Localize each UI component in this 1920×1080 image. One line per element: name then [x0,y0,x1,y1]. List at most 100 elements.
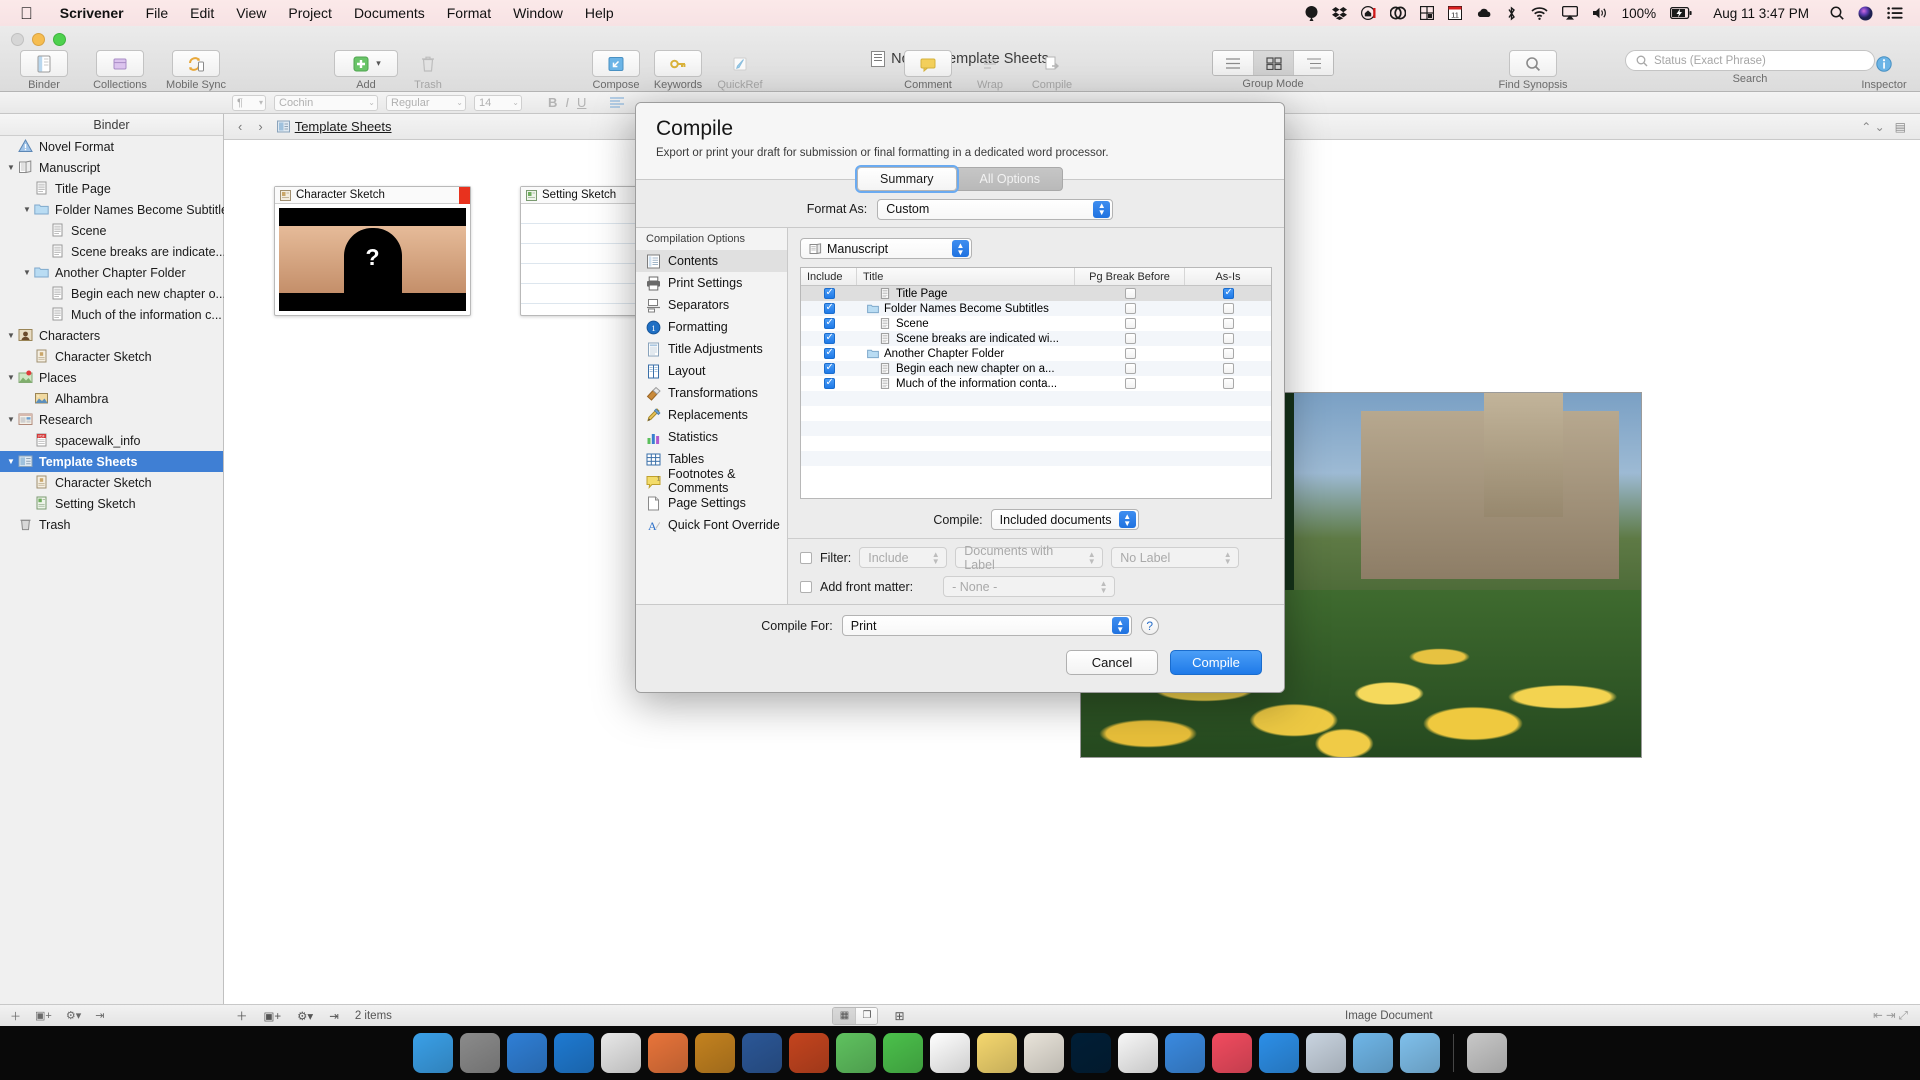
pg-break-checkbox[interactable] [1124,348,1136,359]
contacts-icon[interactable] [1024,1033,1064,1073]
compile-scope-menu[interactable]: Included documents ▲ ▼ [990,509,1139,530]
option-item-separators[interactable]: Separators [636,294,787,316]
option-item-footnotes-comments[interactable]: 1 Footnotes & Comments [636,467,787,495]
table-row[interactable]: Title Page [801,286,1271,301]
binder-item-manuscript[interactable]: ▼ Manuscript [0,157,223,178]
add-icon[interactable]: ▾ [334,50,398,77]
comment-icon[interactable] [904,50,952,77]
filter-target-menu[interactable]: Documents with Label ▲ ▼ [955,544,1104,572]
toolbar-trash[interactable]: Trash [390,50,466,91]
include-checkbox[interactable] [823,362,835,374]
as-is-checkbox[interactable] [1222,363,1234,374]
wrap-icon[interactable] [966,50,1014,77]
filter-mode-menu[interactable]: Include ▲ ▼ [859,547,948,568]
as-is-checkbox[interactable] [1222,378,1234,389]
menu-item-view[interactable]: View [225,5,277,21]
onedrive-icon[interactable] [1469,7,1499,19]
pg-break-checkbox[interactable] [1124,318,1136,329]
export-icon[interactable]: ⇥ [329,1009,339,1023]
as-is-checkbox[interactable] [1222,287,1234,299]
table-row[interactable]: Much of the information conta... [801,376,1271,391]
group-mode-list[interactable] [1213,51,1253,75]
disclosure-triangle-icon[interactable]: ▼ [20,205,34,214]
binder-item-title-page[interactable]: Title Page [0,178,223,199]
include-checkbox[interactable] [823,347,835,359]
add-item-icon[interactable]: ＋ [10,1008,21,1024]
menu-item-format[interactable]: Format [436,5,502,21]
card-flag[interactable] [459,187,470,204]
system-preferences-icon[interactable] [460,1033,500,1073]
toolbar-mobile-sync[interactable]: Mobile Sync [158,50,234,91]
resize-handles[interactable]: ⇤ ⇥ ⤢ [1873,1008,1908,1023]
safari-icon[interactable] [554,1033,594,1073]
calendar-icon[interactable]: 11 [1441,6,1469,20]
binder-item-places[interactable]: ▼ Places [0,367,223,388]
wifi-icon[interactable] [1524,6,1555,20]
option-item-quick-font-override[interactable]: A Quick Font Override [636,514,787,536]
table-row[interactable]: Another Chapter Folder [801,346,1271,361]
menu-item-file[interactable]: File [135,5,180,21]
chevron-down-icon[interactable]: ▾ [376,58,381,69]
bluetooth-icon[interactable] [1499,6,1524,21]
binder-item-alhambra[interactable]: Alhambra [0,388,223,409]
spotlight-search-icon[interactable] [1816,6,1851,20]
control-center-icon[interactable] [1880,7,1910,19]
option-item-transformations[interactable]: Transformations [636,382,787,404]
chrome-icon[interactable] [601,1033,641,1073]
column-pg-break[interactable]: Pg Break Before [1075,268,1185,285]
breadcrumb-label[interactable]: Template Sheets [295,119,392,134]
messages-icon[interactable] [836,1033,876,1073]
option-item-layout[interactable]: Layout [636,360,787,382]
add-folder-icon[interactable]: ▣+ [35,1009,52,1022]
menu-item-project[interactable]: Project [277,5,343,21]
toolbar-find-synopsis[interactable]: Find Synopsis [1478,50,1588,91]
column-title[interactable]: Title [857,268,1075,285]
contents-table[interactable]: Include Title Pg Break Before As-Is Titl… [800,267,1272,499]
divvy-icon[interactable] [1413,6,1441,20]
binder-item-character-sketch[interactable]: Character Sketch [0,472,223,493]
include-checkbox[interactable] [823,302,835,314]
column-include[interactable]: Include [801,268,857,285]
trash-dock-icon[interactable] [1467,1033,1507,1073]
option-item-print-settings[interactable]: Print Settings [636,272,787,294]
toggle-icon[interactable]: ⇥ [95,1009,104,1022]
front-matter-checkbox[interactable] [800,580,812,593]
menubar-clock[interactable]: Aug 11 3:47 PM [1699,6,1816,21]
table-row[interactable]: Begin each new chapter on a... [801,361,1271,376]
inspector-icon[interactable] [1860,50,1908,77]
font-family-menu[interactable]: Cochin ⌄ [274,94,378,111]
airplay-icon[interactable] [1555,6,1585,20]
group-mode-outline[interactable] [1293,51,1333,75]
dropbox-icon[interactable] [1325,6,1354,20]
toolbar-inspector[interactable]: Inspector [1846,50,1920,91]
powerpoint-icon[interactable] [789,1033,829,1073]
pg-break-checkbox[interactable] [1124,303,1136,314]
disclosure-triangle-icon[interactable]: ▼ [20,268,34,277]
bold-button[interactable]: B [548,95,557,110]
siri-icon[interactable] [1851,6,1880,21]
disclosure-triangle-icon[interactable]: ▼ [4,373,18,382]
include-checkbox[interactable] [823,377,835,389]
photoshop-icon[interactable] [1071,1033,1111,1073]
disclosure-triangle-icon[interactable]: ▼ [4,163,18,172]
volume-icon[interactable] [1585,6,1615,20]
pg-break-checkbox[interactable] [1124,378,1136,389]
disclosure-triangle-icon[interactable]: ▼ [4,415,18,424]
toolbar-group-mode[interactable]: Group Mode [1200,50,1346,90]
binder-item-begin-each-new-chapter-o[interactable]: Begin each new chapter o... [0,283,226,304]
filter-label-menu[interactable]: No Label ▲ ▼ [1111,547,1240,568]
tab-all-options[interactable]: All Options [956,167,1063,191]
search-input[interactable]: Status (Exact Phrase) [1625,50,1875,71]
settings-gear-icon[interactable]: ⚙▾ [297,1009,313,1023]
compile-for-menu[interactable]: Print ▲ ▼ [841,615,1132,636]
appstore2-icon[interactable] [1259,1033,1299,1073]
notes-dock-icon[interactable] [977,1033,1017,1073]
binder-item-research[interactable]: ▼ Research [0,409,223,430]
disclosure-triangle-icon[interactable]: ▼ [4,331,18,340]
finder-icon[interactable] [413,1033,453,1073]
toolbar-binder[interactable]: Binder [6,50,82,91]
zoom-button[interactable] [53,33,66,46]
help-button[interactable]: ? [1140,616,1159,635]
option-item-title-adjustments[interactable]: Title Adjustments [636,338,787,360]
filter-checkbox[interactable] [800,551,812,564]
